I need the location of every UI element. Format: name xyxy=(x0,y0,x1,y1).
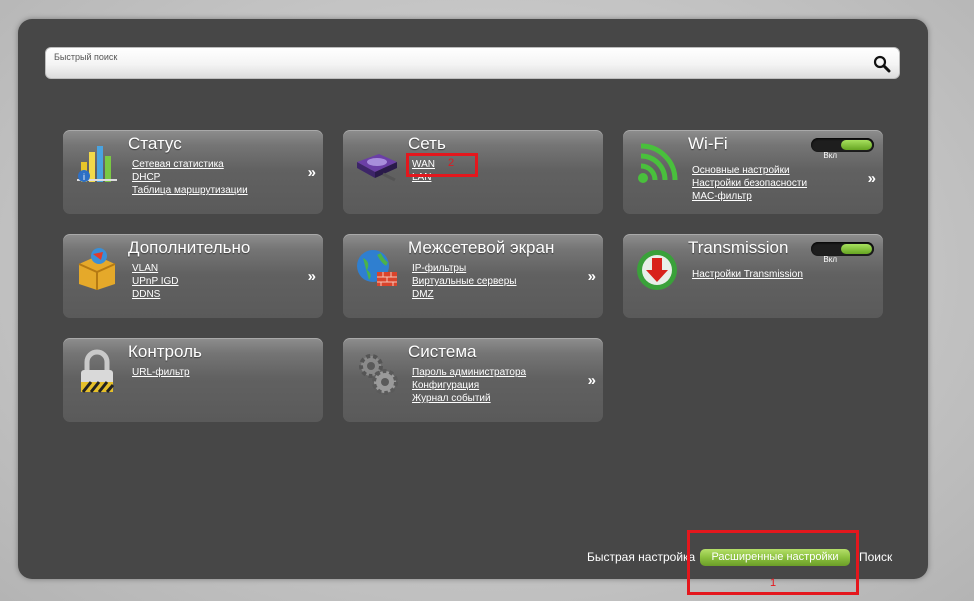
download-icon xyxy=(637,250,677,290)
tile-wifi-expand-arrow[interactable]: » xyxy=(868,170,876,187)
tile-transmission: Transmission Вкл Настройки Transmission xyxy=(623,234,883,318)
wifi-toggle-label: Вкл xyxy=(823,151,837,160)
tile-control-title: Контроль xyxy=(128,342,202,361)
network-card-icon xyxy=(357,154,397,182)
link-event-log[interactable]: Журнал событий xyxy=(412,392,582,405)
wifi-toggle-knob xyxy=(841,140,872,150)
firewall-globe-icon xyxy=(357,250,397,286)
chart-icon: i xyxy=(77,146,117,182)
tile-advanced-expand-arrow[interactable]: » xyxy=(308,268,316,285)
transmission-toggle[interactable] xyxy=(811,242,874,256)
link-admin-password[interactable]: Пароль администратора xyxy=(412,366,582,379)
tile-status: i Статус Сетевая статистика DHCP Таблица… xyxy=(63,130,323,214)
tile-firewall-title: Межсетевой экран xyxy=(408,238,555,257)
box-icon xyxy=(78,248,116,290)
tile-advanced-title: Дополнительно xyxy=(128,238,251,257)
link-upnp-igd[interactable]: UPnP IGD xyxy=(132,275,302,288)
annotation-box-wan xyxy=(406,153,478,177)
link-basic-settings[interactable]: Основные настройки xyxy=(692,164,862,177)
search-input[interactable] xyxy=(54,50,854,64)
search-icon[interactable] xyxy=(872,54,892,74)
link-routing-table[interactable]: Таблица маршрутизации xyxy=(132,184,302,197)
tile-status-title: Статус xyxy=(128,134,182,153)
tile-firewall: Межсетевой экран IP-фильтры Виртуальные … xyxy=(343,234,603,318)
link-mac-filter[interactable]: MAC-фильтр xyxy=(692,190,862,203)
link-dmz[interactable]: DMZ xyxy=(412,288,582,301)
tile-status-expand-arrow[interactable]: » xyxy=(308,164,316,181)
search-link[interactable]: Поиск xyxy=(859,550,892,564)
link-transmission-settings[interactable]: Настройки Transmission xyxy=(692,268,862,281)
tile-system: Система Пароль администратора Конфигурац… xyxy=(343,338,603,422)
transmission-toggle-label: Вкл xyxy=(823,255,837,264)
link-ddns[interactable]: DDNS xyxy=(132,288,302,301)
gears-icon xyxy=(359,354,398,395)
tile-wifi-title: Wi-Fi xyxy=(688,134,728,153)
wifi-icon xyxy=(638,143,678,183)
link-ip-filters[interactable]: IP-фильтры xyxy=(412,262,582,275)
tile-system-expand-arrow[interactable]: » xyxy=(588,372,596,389)
link-security-settings[interactable]: Настройки безопасности xyxy=(692,177,862,190)
tile-system-title: Система xyxy=(408,342,477,361)
quick-search-bar xyxy=(45,47,900,79)
tile-wifi: Wi-Fi Вкл Основные настройки Настройки б… xyxy=(623,130,883,214)
wifi-toggle[interactable] xyxy=(811,138,874,152)
link-network-statistics[interactable]: Сетевая статистика xyxy=(132,158,302,171)
transmission-toggle-knob xyxy=(841,244,872,254)
link-virtual-servers[interactable]: Виртуальные серверы xyxy=(412,275,582,288)
svg-text:i: i xyxy=(83,172,85,182)
tile-advanced: Дополнительно VLAN UPnP IGD DDNS » xyxy=(63,234,323,318)
tile-network-title: Сеть xyxy=(408,134,446,153)
padlock-icon xyxy=(81,349,115,393)
link-url-filter[interactable]: URL-фильтр xyxy=(132,366,302,379)
quick-setup-link[interactable]: Быстрая настройка xyxy=(587,550,695,564)
tile-transmission-title: Transmission xyxy=(688,238,789,257)
link-dhcp[interactable]: DHCP xyxy=(132,171,302,184)
link-vlan[interactable]: VLAN xyxy=(132,262,302,275)
link-configuration[interactable]: Конфигурация xyxy=(412,379,582,392)
annotation-number-1: 1 xyxy=(770,577,777,589)
tile-firewall-expand-arrow[interactable]: » xyxy=(588,268,596,285)
tile-control: Контроль URL-фильтр xyxy=(63,338,323,422)
annotation-number-2: 2 xyxy=(448,157,455,169)
